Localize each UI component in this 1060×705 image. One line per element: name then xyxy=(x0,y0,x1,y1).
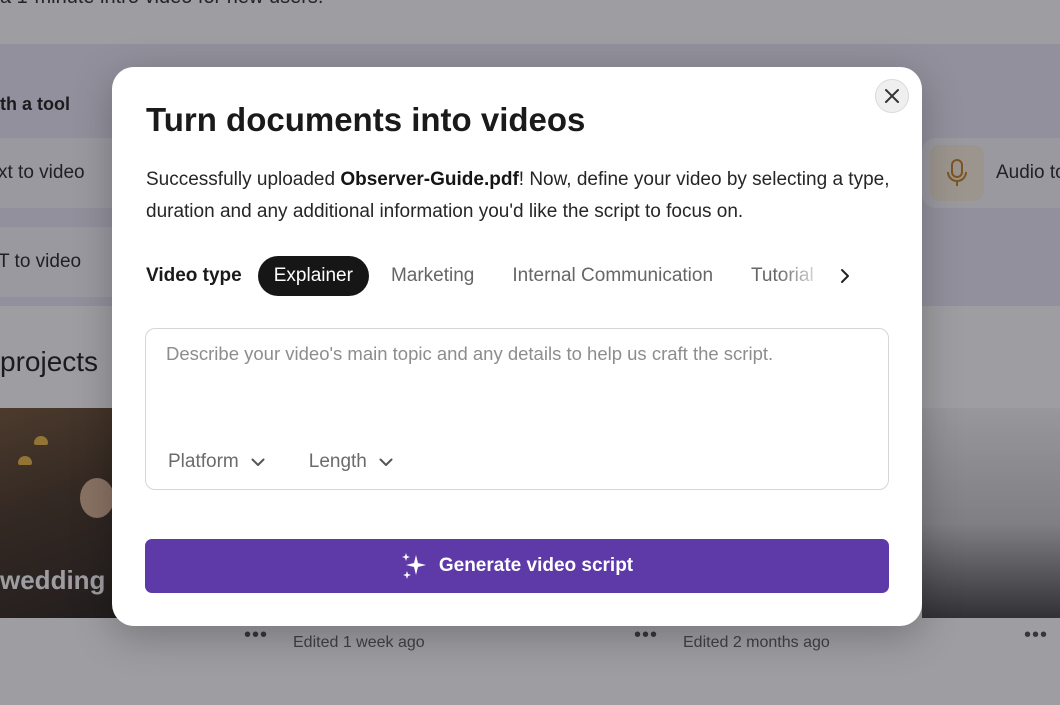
sparkle-icon xyxy=(401,553,426,579)
platform-select[interactable]: Platform xyxy=(168,451,265,473)
generate-video-script-button[interactable]: Generate video script xyxy=(145,539,889,593)
video-type-chips: Explainer Marketing Internal Communicati… xyxy=(257,255,868,297)
scroll-types-right-button[interactable] xyxy=(832,263,858,289)
video-type-label: Video type xyxy=(146,265,242,286)
documents-to-video-modal: Turn documents into videos Successfully … xyxy=(112,67,922,626)
modal-title: Turn documents into videos xyxy=(146,101,586,138)
length-select[interactable]: Length xyxy=(309,451,393,473)
chip-marketing[interactable]: Marketing xyxy=(375,256,490,296)
chip-explainer[interactable]: Explainer xyxy=(257,256,369,296)
option-selects: Platform Length xyxy=(168,451,437,473)
platform-label: Platform xyxy=(168,451,239,472)
chevron-down-icon xyxy=(251,458,265,466)
video-topic-input[interactable] xyxy=(166,343,866,433)
desc-prefix: Successfully uploaded xyxy=(146,169,341,190)
chevron-down-icon xyxy=(379,458,393,466)
uploaded-filename: Observer-Guide.pdf xyxy=(340,169,519,190)
close-button[interactable] xyxy=(875,79,909,113)
prompt-box: Platform Length xyxy=(145,328,889,490)
generate-label: Generate video script xyxy=(438,555,634,576)
modal-description: Successfully uploaded Observer-Guide.pdf… xyxy=(146,164,896,228)
chip-internal-communication[interactable]: Internal Communication xyxy=(496,256,729,296)
close-icon xyxy=(885,89,899,103)
chevron-right-icon xyxy=(841,269,849,283)
length-label: Length xyxy=(308,451,367,472)
video-type-row: Video type Explainer Marketing Internal … xyxy=(146,255,896,297)
